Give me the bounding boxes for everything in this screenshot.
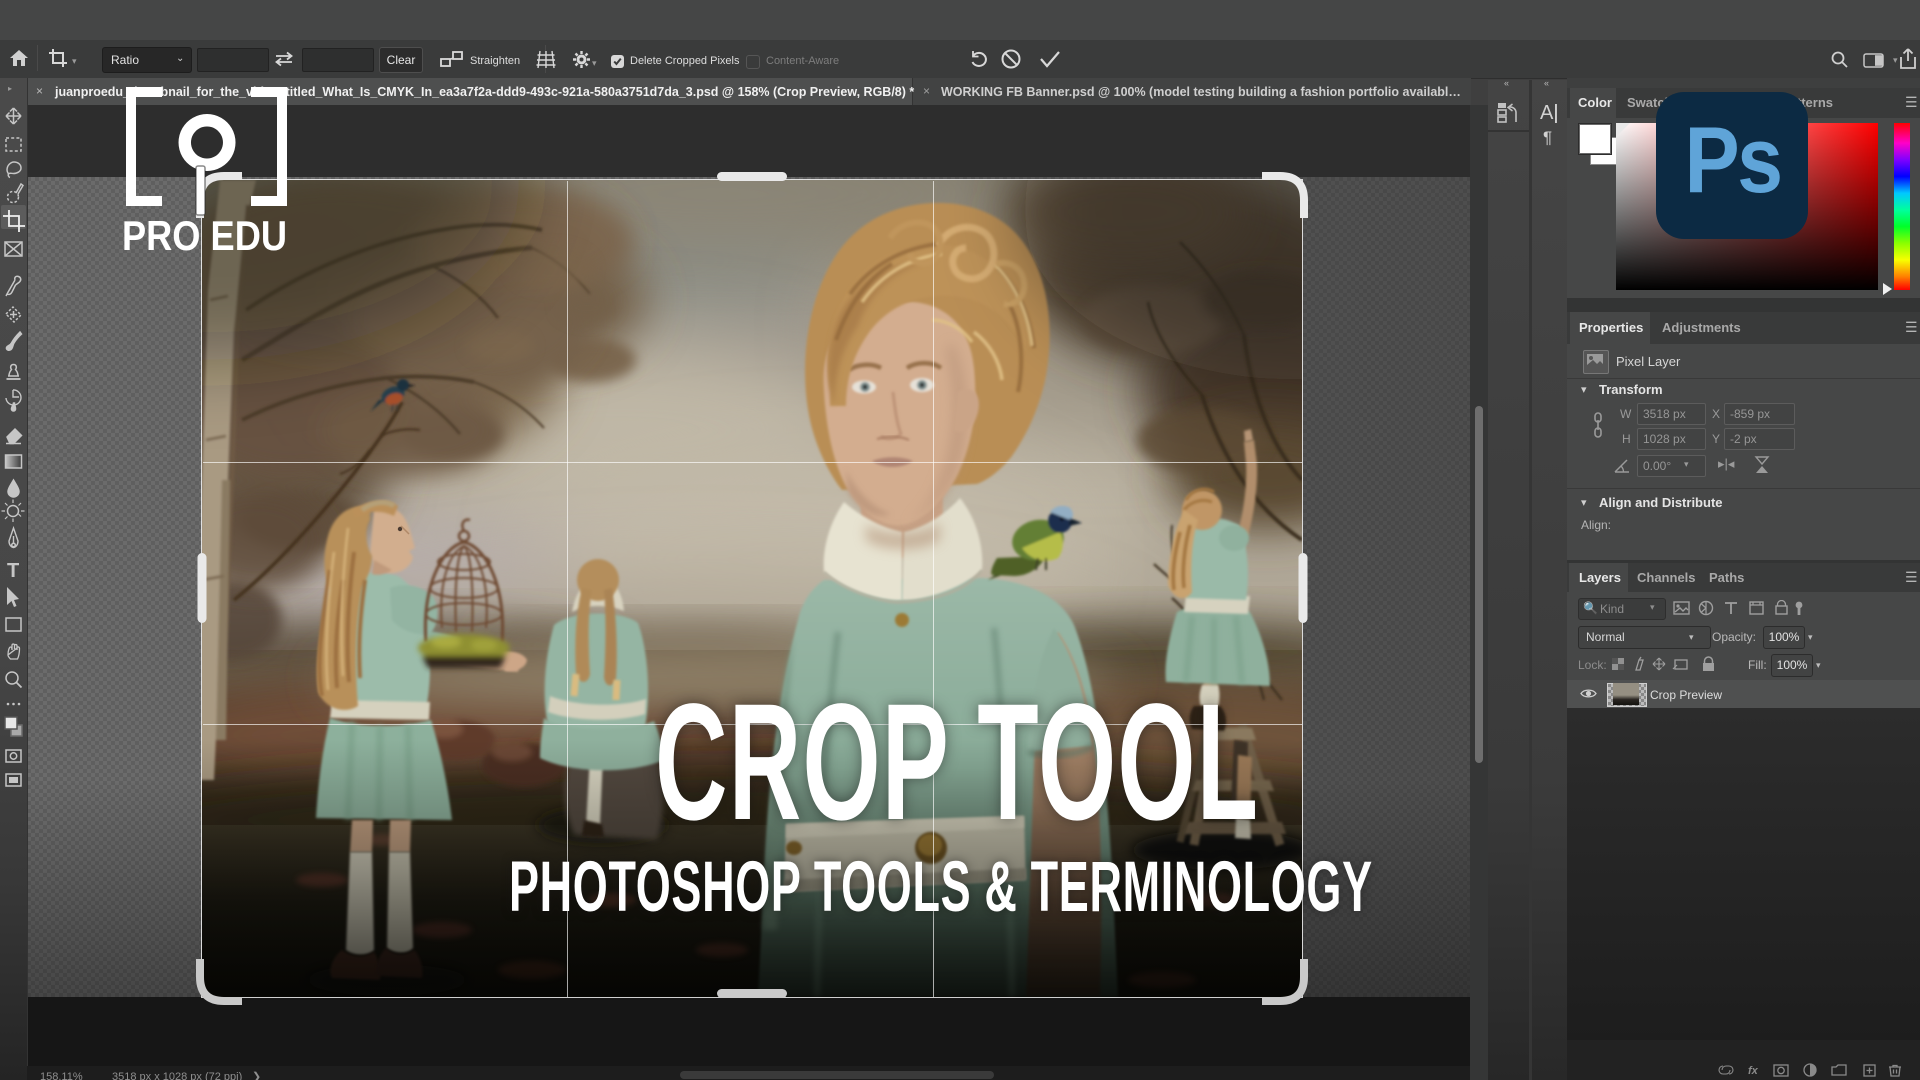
svg-text:PRO EDU: PRO EDU (122, 212, 287, 259)
